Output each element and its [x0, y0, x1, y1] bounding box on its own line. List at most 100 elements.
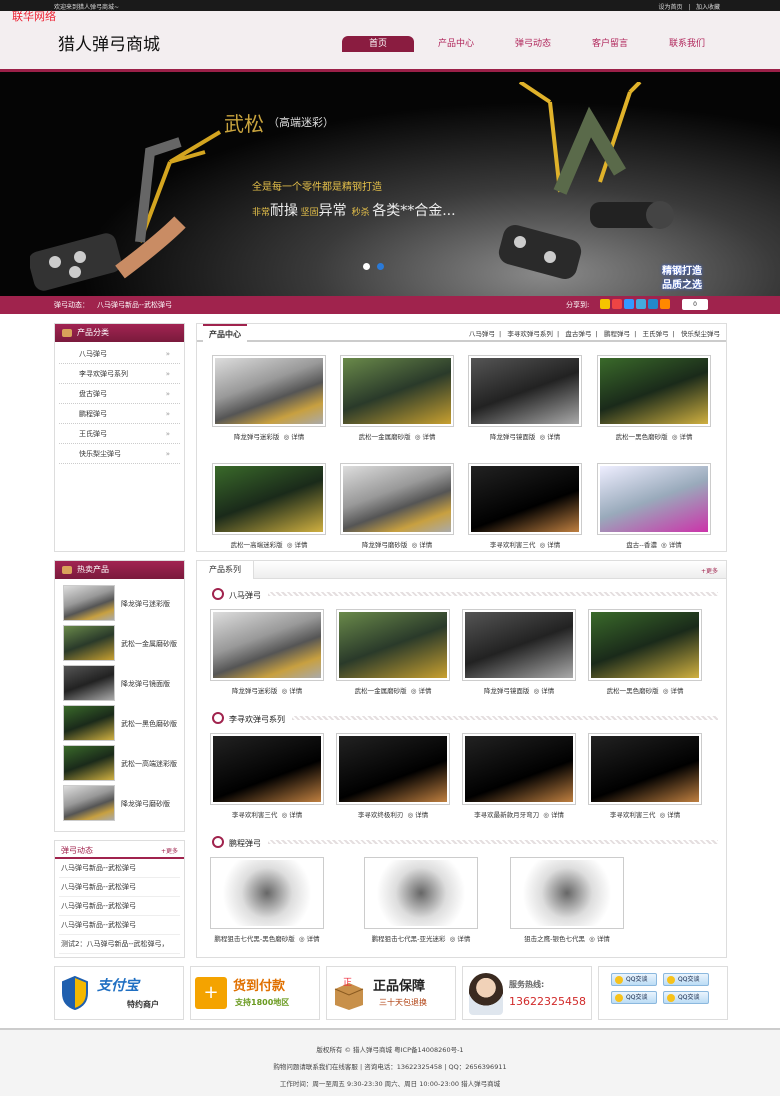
- product-image[interactable]: [210, 609, 324, 681]
- product-name[interactable]: 狙击之鹰-银色七代黑: [524, 935, 585, 943]
- series-product-card[interactable]: 降龙弹弓镜面版 ◎ 详情: [462, 609, 576, 695]
- qq-chat-button[interactable]: QQ交谈: [611, 973, 657, 986]
- news-item[interactable]: 八马弹弓新品--武松弹弓: [59, 859, 180, 878]
- product-card[interactable]: 李寻欢利害三代 ◎ 详情: [468, 463, 582, 549]
- product-image[interactable]: [468, 355, 582, 427]
- hot-product-thumb[interactable]: [63, 625, 115, 661]
- detail-link[interactable]: 详情: [551, 811, 564, 819]
- product-image[interactable]: [340, 463, 454, 535]
- category-item[interactable]: 王氏弹弓 »: [59, 424, 180, 444]
- tab-wangshi[interactable]: 王氏弹弓: [642, 330, 668, 338]
- share-qzone-icon[interactable]: [600, 299, 610, 309]
- hot-product-item[interactable]: 降龙弹弓磨砂版: [59, 783, 180, 823]
- tab-pengcheng[interactable]: 鹏程弹弓: [604, 330, 630, 338]
- category-item[interactable]: 李寻欢弹弓系列 »: [59, 364, 180, 384]
- hot-product-name[interactable]: 武松一高端迷彩版: [121, 759, 177, 769]
- product-image[interactable]: [364, 857, 478, 929]
- product-image[interactable]: [336, 733, 450, 805]
- detail-link[interactable]: 详情: [547, 433, 560, 441]
- site-logo[interactable]: 猎人弹弓商城: [58, 30, 160, 55]
- hot-product-item[interactable]: 降龙弹弓迷彩版: [59, 583, 180, 623]
- share-weibo-icon[interactable]: [612, 299, 622, 309]
- detail-link[interactable]: 详情: [415, 811, 428, 819]
- category-item[interactable]: 快乐梨尘弹弓 »: [59, 444, 180, 464]
- series-group-title[interactable]: 八马弹弓: [212, 588, 261, 601]
- category-item[interactable]: 盘古弹弓 »: [59, 384, 180, 404]
- detail-link[interactable]: 详情: [669, 541, 682, 549]
- nav-guestbook[interactable]: 客户留言: [574, 36, 646, 52]
- product-card[interactable]: 降龙弹弓磨砂版 ◎ 详情: [340, 463, 454, 549]
- series-product-card[interactable]: 降龙弹弓迷彩版 ◎ 详情: [210, 609, 324, 695]
- product-name[interactable]: 武松一黑色磨砂版: [616, 433, 668, 441]
- product-card[interactable]: 降龙弹弓镜面版 ◎ 详情: [468, 355, 582, 441]
- hot-product-thumb[interactable]: [63, 745, 115, 781]
- hot-product-thumb[interactable]: [63, 665, 115, 701]
- series-more-link[interactable]: +更多: [701, 566, 718, 575]
- news-item[interactable]: 八马弹弓新品--武松弹弓: [59, 897, 180, 916]
- product-image[interactable]: [597, 463, 711, 535]
- product-card[interactable]: 武松一高端迷彩版 ◎ 详情: [212, 463, 326, 549]
- share-tencent-icon[interactable]: [624, 299, 634, 309]
- product-name[interactable]: 降龙弹弓镜面版: [484, 687, 530, 695]
- nav-products[interactable]: 产品中心: [420, 36, 492, 52]
- detail-link[interactable]: 详情: [422, 433, 435, 441]
- tab-bama[interactable]: 八马弹弓: [469, 330, 495, 338]
- product-name[interactable]: 鹏程狙击七代黑-黑色磨砂版: [214, 935, 294, 943]
- detail-link[interactable]: 详情: [307, 935, 320, 943]
- series-product-card[interactable]: 武松一黑色磨砂版 ◎ 详情: [588, 609, 702, 695]
- product-image[interactable]: [510, 857, 624, 929]
- nav-contact[interactable]: 联系我们: [651, 36, 723, 52]
- hotline-badge[interactable]: 服务热线: 13622325458: [462, 966, 592, 1020]
- category-item[interactable]: 八马弹弓 »: [59, 344, 180, 364]
- hot-product-item[interactable]: 降龙弹弓镜面版: [59, 663, 180, 703]
- product-name[interactable]: 李寻欢利害三代: [232, 811, 278, 819]
- series-group-title[interactable]: 鹏程弹弓: [212, 836, 261, 849]
- bookmark-link[interactable]: 加入收藏: [696, 4, 720, 11]
- product-name[interactable]: 鹏程狙击七代黑-亚光迷彩: [372, 935, 446, 943]
- hot-product-item[interactable]: 武松一高端迷彩版: [59, 743, 180, 783]
- series-product-card[interactable]: 李寻欢利害三代 ◎ 详情: [588, 733, 702, 819]
- share-renren-icon[interactable]: [636, 299, 646, 309]
- nav-news[interactable]: 弹弓动态: [497, 36, 569, 52]
- nav-home[interactable]: 首页: [342, 36, 414, 52]
- detail-link[interactable]: 详情: [667, 811, 680, 819]
- qq-chat-button[interactable]: QQ交谈: [663, 973, 709, 986]
- product-card[interactable]: 武松一金属磨砂版 ◎ 详情: [340, 355, 454, 441]
- product-image[interactable]: [597, 355, 711, 427]
- share-kaixin-icon[interactable]: [648, 299, 658, 309]
- hot-product-thumb[interactable]: [63, 785, 115, 821]
- share-more-icon[interactable]: [660, 299, 670, 309]
- detail-link[interactable]: 详情: [294, 541, 307, 549]
- banner-dot-2[interactable]: [377, 263, 384, 270]
- product-name[interactable]: 武松一金属磨砂版: [355, 687, 407, 695]
- series-product-card[interactable]: 武松一金属磨砂版 ◎ 详情: [336, 609, 450, 695]
- tab-lixunhuan[interactable]: 李寻欢弹弓系列: [507, 330, 553, 338]
- series-product-card[interactable]: 鹏程狙击七代黑-亚光迷彩 ◎ 详情: [364, 857, 478, 943]
- news-more-link[interactable]: +更多: [161, 846, 178, 855]
- product-card[interactable]: 盘古--香濃 ◎ 详情: [597, 463, 711, 549]
- news-ticker-text[interactable]: 八马弹弓新品--武松弹弓: [97, 300, 172, 310]
- detail-link[interactable]: 详情: [679, 433, 692, 441]
- series-product-card[interactable]: 李寻欢利害三代 ◎ 详情: [210, 733, 324, 819]
- news-item[interactable]: 八马弹弓新品--武松弹弓: [59, 916, 180, 935]
- detail-link[interactable]: 详情: [541, 687, 554, 695]
- set-home-link[interactable]: 设为首页: [658, 4, 682, 11]
- series-product-card[interactable]: 李寻欢终极利刃 ◎ 详情: [336, 733, 450, 819]
- product-card[interactable]: 降龙弹弓迷彩版 ◎ 详情: [212, 355, 326, 441]
- product-name[interactable]: 武松一金属磨砂版: [359, 433, 411, 441]
- detail-link[interactable]: 详情: [457, 935, 470, 943]
- hot-product-item[interactable]: 武松一金属磨砂版: [59, 623, 180, 663]
- product-name[interactable]: 降龙弹弓迷彩版: [234, 433, 280, 441]
- product-image[interactable]: [336, 609, 450, 681]
- product-image[interactable]: [212, 355, 326, 427]
- news-item[interactable]: 八马弹弓新品--武松弹弓: [59, 878, 180, 897]
- product-image[interactable]: [340, 355, 454, 427]
- product-image[interactable]: [462, 733, 576, 805]
- product-image[interactable]: [588, 733, 702, 805]
- product-image[interactable]: [588, 609, 702, 681]
- tab-pangu[interactable]: 盘古弹弓: [565, 330, 591, 338]
- product-name[interactable]: 李寻欢最新款月牙弯刀: [474, 811, 539, 819]
- series-product-card[interactable]: 李寻欢最新款月牙弯刀 ◎ 详情: [462, 733, 576, 819]
- product-image[interactable]: [210, 733, 324, 805]
- hot-product-thumb[interactable]: [63, 585, 115, 621]
